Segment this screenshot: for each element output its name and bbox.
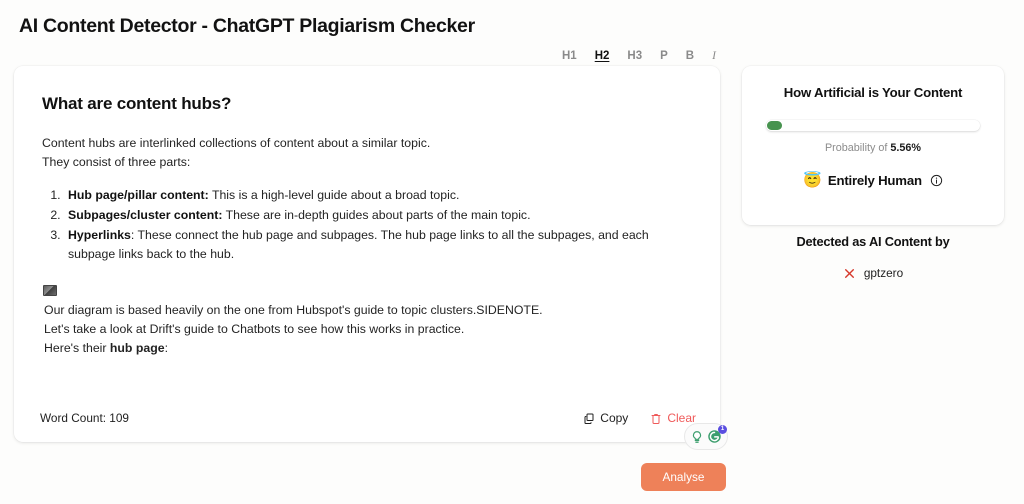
editor-footer: Word Count: 109 Copy Clear (14, 394, 720, 442)
document-paragraph-intro-1: Content hubs are interlinked collections… (42, 136, 431, 150)
probability-value: 5.56% (890, 142, 922, 154)
hub-page-prefix: Here's their (44, 341, 110, 355)
editor-card: What are content hubs? Content hubs are … (14, 66, 728, 450)
detected-by-heading: Detected as AI Content by (796, 234, 950, 249)
clear-label: Clear (667, 411, 696, 425)
document-paragraph-after-image-3: Here's their hub page: (44, 339, 694, 358)
format-bold-button[interactable]: B (677, 48, 703, 64)
hub-page-suffix: : (164, 341, 168, 355)
document-paragraph-after-image-2: Let's take a look at Drift's guide to Ch… (44, 322, 465, 336)
document-ordered-list: Hub page/pillar content: This is a high-… (40, 186, 694, 264)
score-card: How Artificial is Your Content Probabili… (742, 66, 1004, 225)
app-root: AI Content Detector - ChatGPT Plagiarism… (0, 0, 1024, 504)
verdict-label: Entirely Human (827, 173, 922, 188)
list-item-text: These are in-depth guides about parts of… (222, 208, 531, 222)
page-title: AI Content Detector - ChatGPT Plagiarism… (19, 15, 475, 37)
format-h1-button[interactable]: H1 (553, 48, 586, 64)
probability-text: Probability of 5.56% (764, 142, 982, 154)
list-item-text: : These connect the hub page and subpage… (68, 228, 649, 261)
list-item: Hub page/pillar content: This is a high-… (64, 186, 694, 205)
copy-icon (583, 412, 595, 425)
list-item-term: Hyperlinks (68, 228, 131, 242)
editor-footer-actions: Copy Clear (583, 411, 696, 425)
probability-prefix: Probability of (824, 142, 891, 154)
analyse-button[interactable]: Analyse (641, 463, 726, 491)
word-count-label: Word Count: 109 (40, 411, 129, 425)
list-item: Subpages/cluster content: These are in-d… (64, 206, 694, 225)
list-item: Hyperlinks: These connect the hub page a… (64, 226, 694, 264)
x-mark-icon (843, 267, 856, 280)
document-heading: What are content hubs? (42, 94, 232, 113)
detector-name: gptzero (863, 266, 904, 280)
broken-image-icon (43, 285, 57, 296)
list-item-text: This is a high-level guide about a broad… (208, 188, 460, 202)
verdict-row: 😇 Entirely Human (764, 173, 982, 188)
editor-content-area[interactable]: What are content hubs? Content hubs are … (14, 66, 720, 394)
list-item-term: Subpages/cluster content: (68, 208, 223, 222)
halo-face-emoji-icon: 😇 (803, 172, 822, 189)
format-toolbar: H1 H2 H3 P B I (553, 47, 725, 65)
meter-knob (767, 121, 782, 130)
document-paragraph-after-image-1: Our diagram is based heavily on the one … (44, 303, 543, 317)
hub-page-bold: hub page (109, 341, 165, 355)
info-circle-icon[interactable] (928, 174, 943, 187)
artificiality-meter (766, 120, 980, 131)
copy-label: Copy (600, 411, 629, 425)
score-card-title: How Artificial is Your Content (783, 85, 963, 100)
document-paragraph-intro-2: They consist of three parts: (42, 155, 191, 169)
format-h3-button[interactable]: H3 (618, 48, 651, 64)
clear-button[interactable]: Clear (650, 411, 696, 425)
list-item-term: Hub page/pillar content: (68, 188, 209, 202)
format-italic-button[interactable]: I (703, 48, 725, 64)
format-h2-button[interactable]: H2 (586, 48, 619, 64)
format-p-button[interactable]: P (651, 48, 677, 64)
copy-button[interactable]: Copy (583, 411, 628, 425)
detector-row: gptzero (742, 266, 1004, 280)
trash-icon (650, 412, 662, 425)
document-trailing-paragraphs: Our diagram is based heavily on the one … (42, 301, 694, 358)
